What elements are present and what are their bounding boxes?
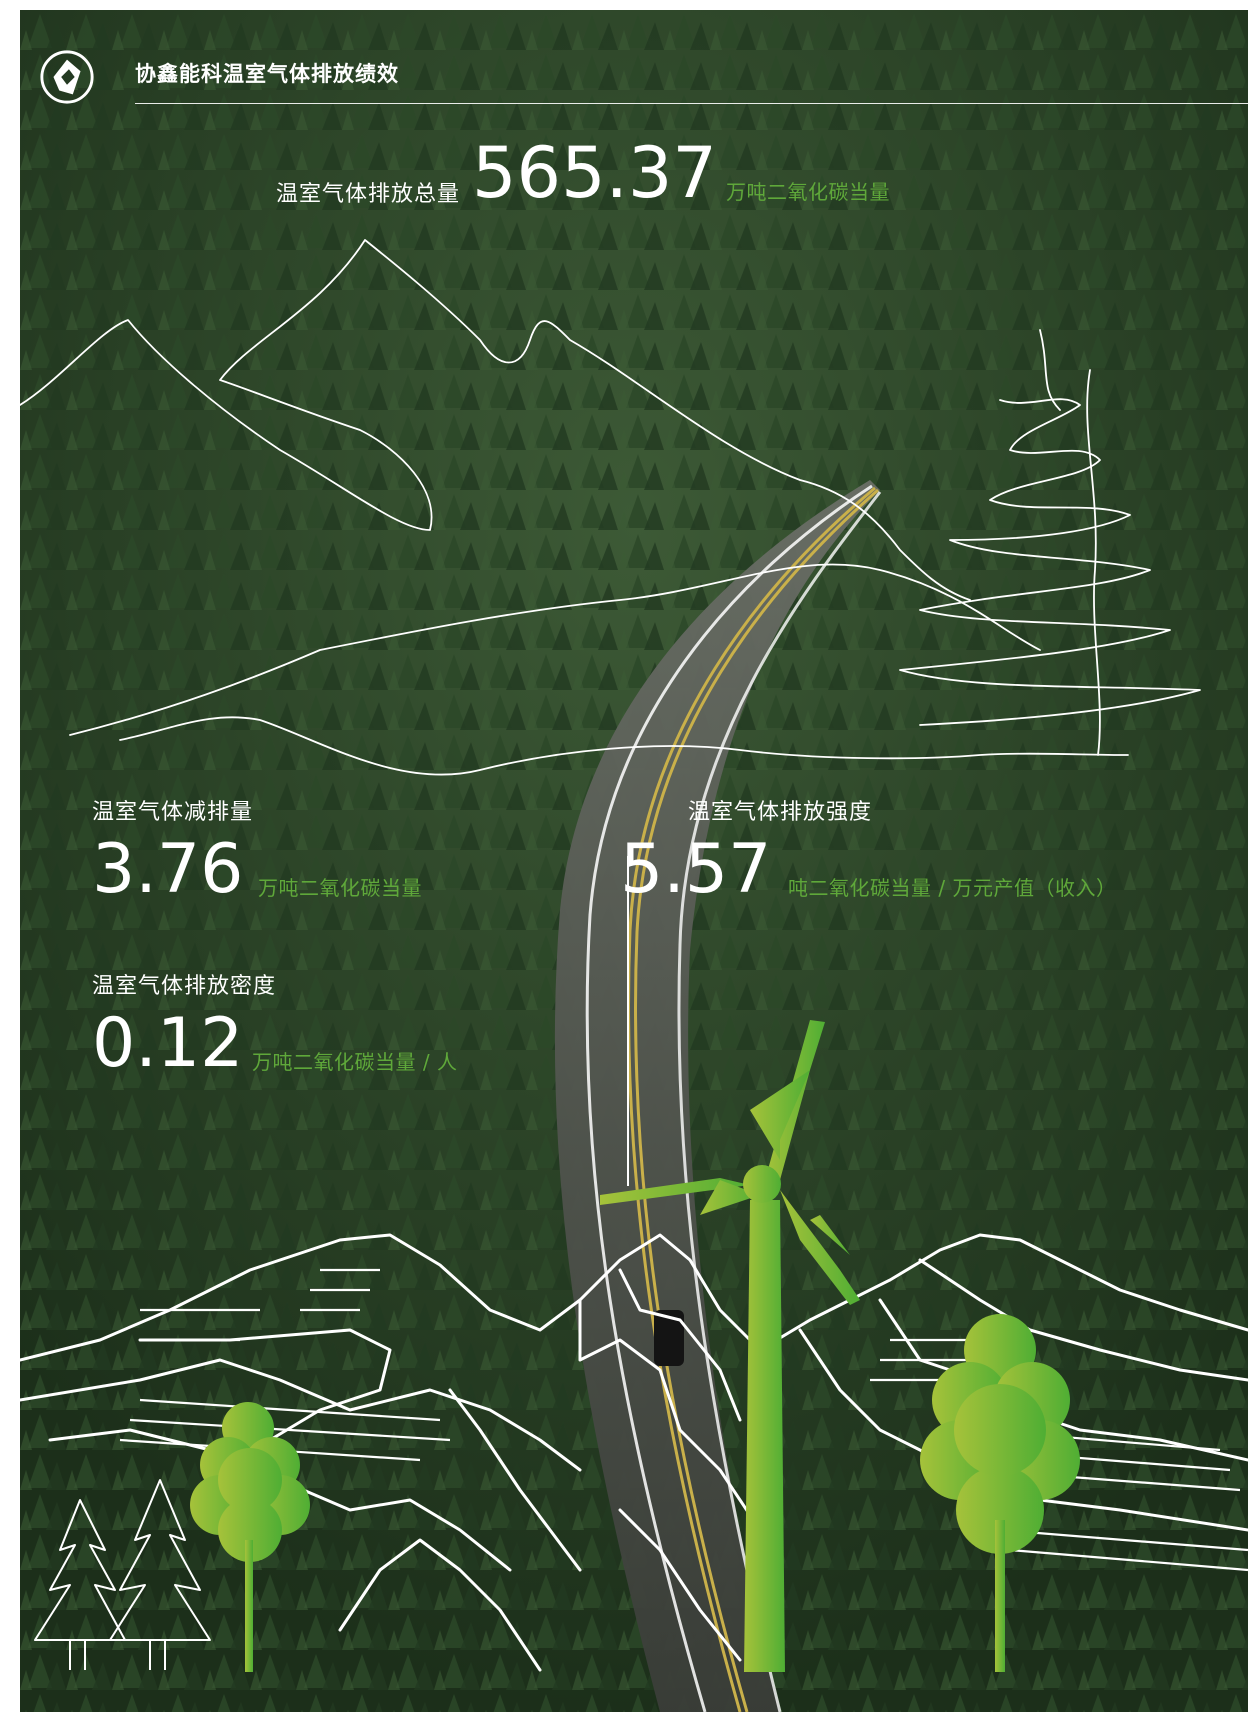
reduction-label: 温室气体减排量	[92, 800, 254, 825]
total-emissions-unit: 万吨二氧化碳当量	[726, 180, 890, 204]
page-title: 协鑫能科温室气体排放绩效	[135, 62, 399, 86]
intensity-unit: 吨二氧化碳当量 / 万元产值（收入）	[788, 876, 1117, 900]
density-label: 温室气体排放密度	[92, 974, 277, 999]
header-divider	[135, 103, 1248, 104]
density-unit: 万吨二氧化碳当量 / 人	[252, 1050, 458, 1074]
report-page: 协鑫能科温室气体排放绩效 温室气体排放总量 565.37 万吨二氧化碳当量 温室…	[20, 10, 1248, 1712]
intensity-value: 5.57	[620, 830, 772, 909]
density-value: 0.12	[92, 1004, 244, 1083]
intensity-label: 温室气体排放强度	[688, 800, 873, 825]
total-emissions-label: 温室气体排放总量	[276, 182, 461, 207]
reduction-unit: 万吨二氧化碳当量	[258, 876, 422, 900]
reduction-value: 3.76	[92, 830, 244, 909]
company-logo-icon	[40, 50, 94, 104]
total-emissions-value: 565.37	[472, 132, 717, 214]
